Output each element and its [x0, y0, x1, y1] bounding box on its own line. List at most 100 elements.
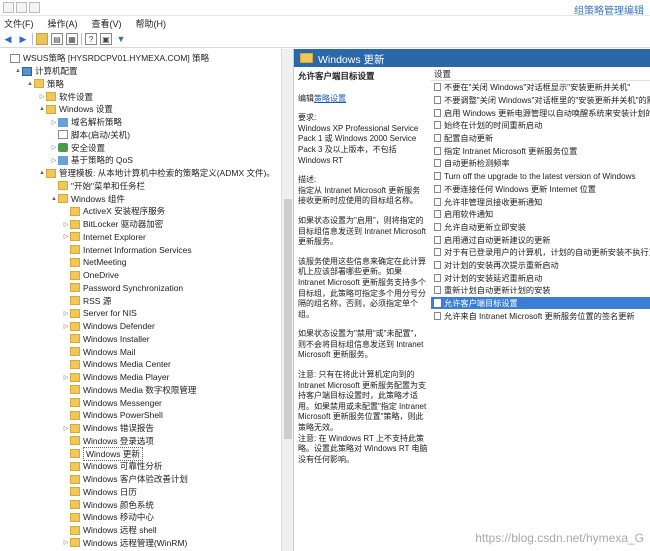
setting-row[interactable]: 重新计划自动更新计划的安装	[431, 284, 650, 297]
tree-item[interactable]: ▷ Windows 错误报告	[62, 422, 154, 435]
tree-item[interactable]: ▷ 域名解析策略	[50, 116, 122, 129]
expand-arrow-icon[interactable]: ▲	[14, 68, 22, 74]
expand-arrow-icon[interactable]: ▷	[38, 93, 46, 100]
tree-item[interactable]: Windows PowerShell	[62, 409, 163, 422]
properties-icon[interactable]: ▦	[66, 33, 78, 45]
policy-tree[interactable]: WSUS策略 [HYSRDCPV01.HYMEXA.COM] 策略 ▲ 计算机配置 ▲…	[0, 49, 281, 551]
expand-arrow-icon[interactable]: ▷	[62, 221, 70, 228]
tree-item[interactable]: ActiveX 安装程序服务	[62, 205, 165, 218]
tree-item[interactable]: 脚本(启动/关机)	[50, 129, 130, 142]
tree-item[interactable]: ▷ 安全设置	[50, 141, 105, 154]
tree-item[interactable]: Internet Information Services	[62, 243, 192, 256]
tree-item[interactable]: Windows Installer	[62, 333, 150, 346]
setting-row[interactable]: 不要在"关闭 Windows"对话框显示"安装更新并关机"	[431, 81, 650, 94]
tree-item[interactable]: Windows 日历	[62, 486, 137, 499]
tree-item[interactable]: ▷ Windows Defender	[62, 320, 155, 333]
folder-icon	[70, 257, 80, 267]
tree-item[interactable]: Windows 客户体验改善计划	[62, 473, 188, 486]
expand-arrow-icon[interactable]: ▷	[50, 157, 58, 164]
tree-item[interactable]: Password Synchronization	[62, 282, 183, 295]
tree-item[interactable]: ▷ Server for NIS	[62, 307, 137, 320]
help-icon[interactable]: ?	[85, 33, 97, 45]
tree-item[interactable]: ▷ Windows Media Player	[62, 371, 170, 384]
setting-row[interactable]: 启用 Windows 更新电源管理以自动唤醒系统来安装计划的更新	[431, 106, 650, 119]
tree-item[interactable]: ▷ Internet Explorer	[62, 231, 146, 244]
edit-policy-link[interactable]: 策略设置	[314, 94, 346, 103]
tree-item[interactable]: Windows 登录选项	[62, 435, 154, 448]
back-icon[interactable]: ◀	[2, 33, 14, 45]
expand-arrow-icon[interactable]: ▷	[62, 374, 70, 381]
tree-item[interactable]: ▲ Windows 组件	[50, 192, 125, 205]
tree-item[interactable]: ▷ Windows 远程管理(WinRM)	[62, 537, 188, 550]
expand-arrow-icon[interactable]: ▷	[62, 323, 70, 330]
setting-row[interactable]: 配置自动更新	[431, 132, 650, 145]
tree-item[interactable]: Windows Mail	[62, 345, 135, 358]
setting-row[interactable]: 允许来自 Intranet Microsoft 更新服务位置的签名更新	[431, 309, 650, 322]
grid-icon[interactable]: ▣	[100, 33, 112, 45]
tree-item[interactable]: Windows 可靠性分析	[62, 460, 162, 473]
menu-file[interactable]: 文件(F)	[4, 17, 34, 30]
menu-action[interactable]: 操作(A)	[48, 17, 78, 30]
show-tree-icon[interactable]: ▤	[51, 33, 63, 45]
expand-arrow-icon[interactable]: ▷	[50, 144, 58, 151]
up-folder-icon[interactable]	[36, 33, 48, 45]
undo-icon[interactable]	[29, 2, 40, 13]
setting-row[interactable]: 不要调整"关闭 Windows"对话框里的"安装更新并关机"的默认选项	[431, 94, 650, 107]
toolbar: ◀ ▶ ▤ ▦ ? ▣ ▼	[0, 31, 650, 48]
tree-item[interactable]: ▲ 计算机配置	[14, 65, 78, 78]
expand-arrow-icon[interactable]: ▷	[62, 233, 70, 240]
app-icon[interactable]	[3, 2, 14, 13]
tree-item[interactable]: Windows 颜色系统	[62, 498, 154, 511]
tree-item[interactable]: ▷ 软件设置	[38, 90, 93, 103]
tree-item[interactable]: ▲ Windows 设置	[38, 103, 113, 116]
tree-item[interactable]: OneDrive	[62, 269, 119, 282]
setting-row[interactable]: 允许自动更新立即安装	[431, 221, 650, 234]
tree-item[interactable]: Windows Messenger	[62, 396, 162, 409]
tree-item[interactable]: ▲ 策略	[26, 78, 64, 91]
expand-arrow-icon[interactable]: ▲	[38, 106, 46, 112]
expand-arrow-icon[interactable]: ▷	[62, 425, 70, 432]
expand-arrow-icon[interactable]: ▲	[26, 81, 34, 87]
expand-arrow-icon[interactable]: ▷	[62, 310, 70, 317]
tree-scrollbar[interactable]	[281, 49, 293, 551]
tree-item-label: Windows 可靠性分析	[83, 461, 163, 472]
tree-item[interactable]: Windows 远程 shell	[62, 524, 157, 537]
expand-arrow-icon[interactable]: ▷	[50, 119, 58, 126]
setting-label: 重新计划自动更新计划的安装	[444, 286, 551, 296]
setting-row[interactable]: 启用通过自动更新建议的更新	[431, 233, 650, 246]
setting-row[interactable]: 启用软件通知	[431, 208, 650, 221]
save-icon[interactable]	[16, 2, 27, 13]
tree-item[interactable]: Windows Media 数字权限管理	[62, 384, 196, 397]
setting-row[interactable]: 允许非管理员接收更新通知	[431, 195, 650, 208]
setting-row[interactable]: 允许客户端目标设置	[431, 296, 650, 310]
setting-row[interactable]: 自动更新检测频率	[431, 157, 650, 170]
tree-item[interactable]: ▷ BitLocker 驱动器加密	[62, 218, 164, 231]
tree-item[interactable]: WSUS策略 [HYSRDCPV01.HYMEXA.COM] 策略	[2, 52, 209, 65]
menu-view[interactable]: 查看(V)	[92, 17, 122, 30]
filter-icon[interactable]: ▼	[115, 33, 127, 45]
setting-row[interactable]: 指定 Intranet Microsoft 更新服务位置	[431, 144, 650, 157]
setting-row[interactable]: 对计划的安装再次提示重新启动	[431, 259, 650, 272]
tree-item[interactable]: ▷ 基于策略的 QoS	[50, 154, 133, 167]
tree-item[interactable]: Windows 更新	[62, 446, 143, 461]
tree-item[interactable]: "开始"菜单和任务栏	[50, 180, 145, 193]
toolbar-separator	[32, 33, 33, 45]
setting-row[interactable]: Turn off the upgrade to the latest versi…	[431, 170, 650, 183]
setting-row[interactable]: 对于有已登录用户的计算机，计划的自动更新安装不执行重启	[431, 246, 650, 259]
setting-row[interactable]: 对计划的安装延迟重新启动	[431, 271, 650, 284]
tree-item[interactable]: NetMeeting	[62, 256, 126, 269]
tree-item[interactable]: Windows 移动中心	[62, 511, 154, 524]
tree-item[interactable]: ▲ 管理模板: 从本地计算机中检索的策略定义(ADMX 文件)。	[38, 167, 275, 180]
scrollbar-thumb[interactable]	[284, 199, 292, 439]
expand-arrow-icon[interactable]: ▲	[50, 196, 58, 202]
tree-item[interactable]: Windows Media Center	[62, 358, 171, 371]
setting-row[interactable]: 不要连接任何 Windows 更新 Internet 位置	[431, 183, 650, 196]
forward-icon[interactable]: ▶	[17, 33, 29, 45]
tree-item[interactable]: RSS 源	[62, 294, 111, 307]
column-header-setting[interactable]: 设置	[431, 67, 650, 81]
tree-item-label: Windows 客户体验改善计划	[83, 474, 188, 485]
expand-arrow-icon[interactable]: ▲	[38, 170, 46, 176]
expand-arrow-icon[interactable]: ▷	[62, 539, 70, 546]
menu-help[interactable]: 帮助(H)	[136, 17, 167, 30]
setting-row[interactable]: 始终在计划的时间重新启动	[431, 119, 650, 132]
